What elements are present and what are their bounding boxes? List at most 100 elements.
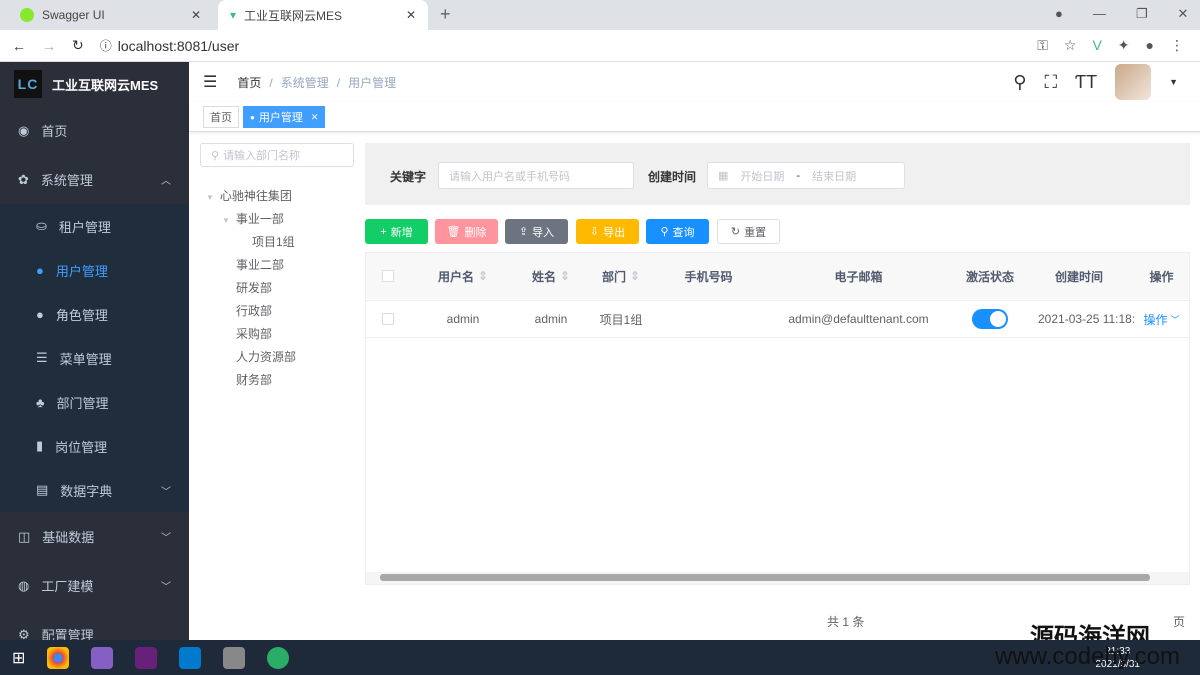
- font-size-icon[interactable]: ƬT: [1075, 72, 1097, 93]
- column-header[interactable]: 用户名 ⇕: [410, 253, 516, 299]
- more-icon[interactable]: ⋮: [1170, 37, 1184, 54]
- tree-node[interactable]: 事业二部: [206, 254, 296, 277]
- tag-home[interactable]: 首页: [203, 106, 239, 128]
- visual-studio-icon[interactable]: [91, 646, 114, 669]
- back-icon[interactable]: ←: [12, 38, 26, 54]
- sidebar-item-user[interactable]: ● 用户管理: [0, 248, 189, 292]
- app-title: 工业互联网云MES: [52, 77, 159, 93]
- chevron-down-icon: ﹀: [161, 486, 171, 498]
- sort-icon[interactable]: ⇕: [560, 269, 570, 283]
- extensions-icon[interactable]: ✦: [1118, 37, 1130, 54]
- breadcrumb: 首页 / 系统管理 / 用户管理: [237, 75, 397, 90]
- tree-node[interactable]: 项目1组: [206, 231, 296, 254]
- browser-tab-active[interactable]: ▾ 工业互联网云MES ✕: [218, 0, 428, 30]
- label: 导出: [603, 226, 626, 239]
- tag-user[interactable]: ● 用户管理 ✕: [243, 106, 326, 128]
- visual-studio-icon[interactable]: [135, 646, 158, 669]
- close-window-icon[interactable]: ✕: [1178, 6, 1189, 22]
- select-all-checkbox[interactable]: [366, 253, 410, 299]
- tree-node[interactable]: 行政部: [206, 300, 296, 323]
- sidebar-item-menu[interactable]: ☰ 菜单管理: [0, 336, 189, 380]
- account-icon[interactable]: ●: [1146, 37, 1154, 54]
- tree-node[interactable]: ▼ 心驰神往集团: [206, 185, 296, 208]
- tools-icon[interactable]: [223, 646, 246, 669]
- scrollbar-thumb[interactable]: [380, 574, 1150, 581]
- placeholder: 请输入用户名或手机号码: [449, 170, 570, 183]
- label: 查询: [672, 226, 695, 239]
- label: 系统管理: [40, 173, 93, 188]
- chevron-down-icon: ﹀: [161, 582, 171, 593]
- vscode-icon[interactable]: [179, 646, 202, 669]
- column-header[interactable]: 部门 ⇕: [586, 253, 656, 299]
- tree-icon: ♣: [36, 394, 45, 410]
- chevron-up-icon: ︿: [161, 176, 171, 187]
- browser-tab[interactable]: Swagger UI ✕: [8, 0, 213, 30]
- chrome-icon[interactable]: [47, 646, 70, 669]
- column-header: 创建时间: [1024, 253, 1134, 299]
- search-icon[interactable]: ⚲: [1013, 72, 1026, 93]
- import-button[interactable]: ⇪ 导入: [505, 219, 568, 244]
- label: 首页: [41, 124, 68, 139]
- sort-icon[interactable]: ⇕: [478, 269, 488, 283]
- sidebar-item-basic-data[interactable]: ◫ 基础数据 ﹀: [0, 512, 189, 561]
- tags-view: 首页 ● 用户管理 ✕: [189, 102, 1200, 132]
- new-tab-icon[interactable]: +: [440, 4, 451, 25]
- sidebar-item-config[interactable]: ⚙ 配置管理: [0, 610, 189, 641]
- reload-icon[interactable]: ↻: [72, 37, 84, 54]
- cell-dept: 项目1组: [586, 300, 656, 338]
- active-switch[interactable]: [972, 309, 1008, 329]
- sidebar-item-post[interactable]: ▮ 岗位管理: [0, 424, 189, 468]
- restore-icon[interactable]: ❐: [1136, 6, 1148, 22]
- close-tab-icon[interactable]: ✕: [191, 8, 201, 22]
- vue-devtools-icon[interactable]: V: [1092, 37, 1101, 54]
- export-button[interactable]: ⇩ 导出: [576, 219, 639, 244]
- wechat-icon[interactable]: [267, 646, 290, 669]
- submenu-system: ⛀ 租户管理 ● 用户管理 ● 角色管理 ☰ 菜单管理 ♣ 部门管理 ▮ 岗位管理 ▤ 数据字…: [0, 204, 189, 512]
- tenant-icon: ⛀: [36, 218, 47, 233]
- plus-icon: +: [380, 225, 387, 238]
- close-icon[interactable]: ✕: [311, 112, 319, 123]
- fullscreen-icon[interactable]: ⛶: [1044, 72, 1057, 93]
- star-icon[interactable]: ☆: [1064, 37, 1077, 54]
- reset-button[interactable]: ↻ 重置: [717, 219, 780, 244]
- query-button[interactable]: ⚲ 查询: [646, 219, 709, 244]
- sidebar-item-role[interactable]: ● 角色管理: [0, 292, 189, 336]
- tree-node[interactable]: 研发部: [206, 277, 296, 300]
- horizontal-scrollbar[interactable]: [366, 572, 1189, 584]
- add-button[interactable]: + 新增: [365, 219, 428, 244]
- sidebar-item-tenant[interactable]: ⛀ 租户管理: [0, 204, 189, 248]
- tree-node[interactable]: 人力资源部: [206, 346, 296, 369]
- sidebar-item-dept[interactable]: ♣ 部门管理: [0, 380, 189, 424]
- sidebar-item-dict[interactable]: ▤ 数据字典 ﹀: [0, 468, 189, 512]
- sort-icon[interactable]: ⇕: [630, 269, 640, 283]
- dept-search-input[interactable]: ⚲ 请输入部门名称: [200, 143, 354, 167]
- date-range-picker[interactable]: ▦ 开始日期 - 结束日期: [707, 162, 905, 189]
- tree-node[interactable]: 采购部: [206, 323, 296, 346]
- breadcrumb-item[interactable]: 首页: [237, 76, 261, 90]
- profile-menu-icon[interactable]: ●: [1055, 6, 1063, 22]
- calendar-icon: ▦: [718, 170, 729, 182]
- url-input[interactable]: localhost:8081/user: [118, 38, 239, 54]
- close-tab-icon[interactable]: ✕: [406, 8, 416, 22]
- config-icon: ⚙: [18, 626, 30, 641]
- sidebar-item-factory[interactable]: ◍ 工厂建模 ﹀: [0, 561, 189, 610]
- avatar[interactable]: [1115, 64, 1152, 100]
- column-header[interactable]: 姓名 ⇕: [516, 253, 586, 299]
- delete-button[interactable]: 🗑 删除: [435, 219, 498, 244]
- caret-down-icon[interactable]: ▼: [1169, 77, 1178, 87]
- cell-active: [956, 300, 1024, 338]
- sidebar-item-system[interactable]: ✿ 系统管理 ︿: [0, 155, 189, 204]
- windows-start-icon[interactable]: ⊞: [12, 648, 25, 668]
- action-dropdown[interactable]: 操作 ﹀: [1134, 300, 1189, 338]
- row-checkbox[interactable]: [366, 300, 410, 338]
- trash-icon: 🗑: [446, 226, 461, 238]
- minimize-icon[interactable]: —: [1093, 6, 1106, 22]
- tree-node[interactable]: 财务部: [206, 369, 296, 392]
- sidebar-item-home[interactable]: ◉ 首页: [0, 106, 189, 155]
- key-icon[interactable]: ⚿: [1037, 37, 1048, 54]
- forward-icon[interactable]: →: [42, 38, 56, 54]
- keyword-input[interactable]: 请输入用户名或手机号码: [438, 162, 634, 189]
- hamburger-icon[interactable]: ☰: [203, 72, 217, 92]
- tree-node[interactable]: ▼ 事业一部: [206, 208, 296, 231]
- tag-label: 首页: [210, 112, 232, 124]
